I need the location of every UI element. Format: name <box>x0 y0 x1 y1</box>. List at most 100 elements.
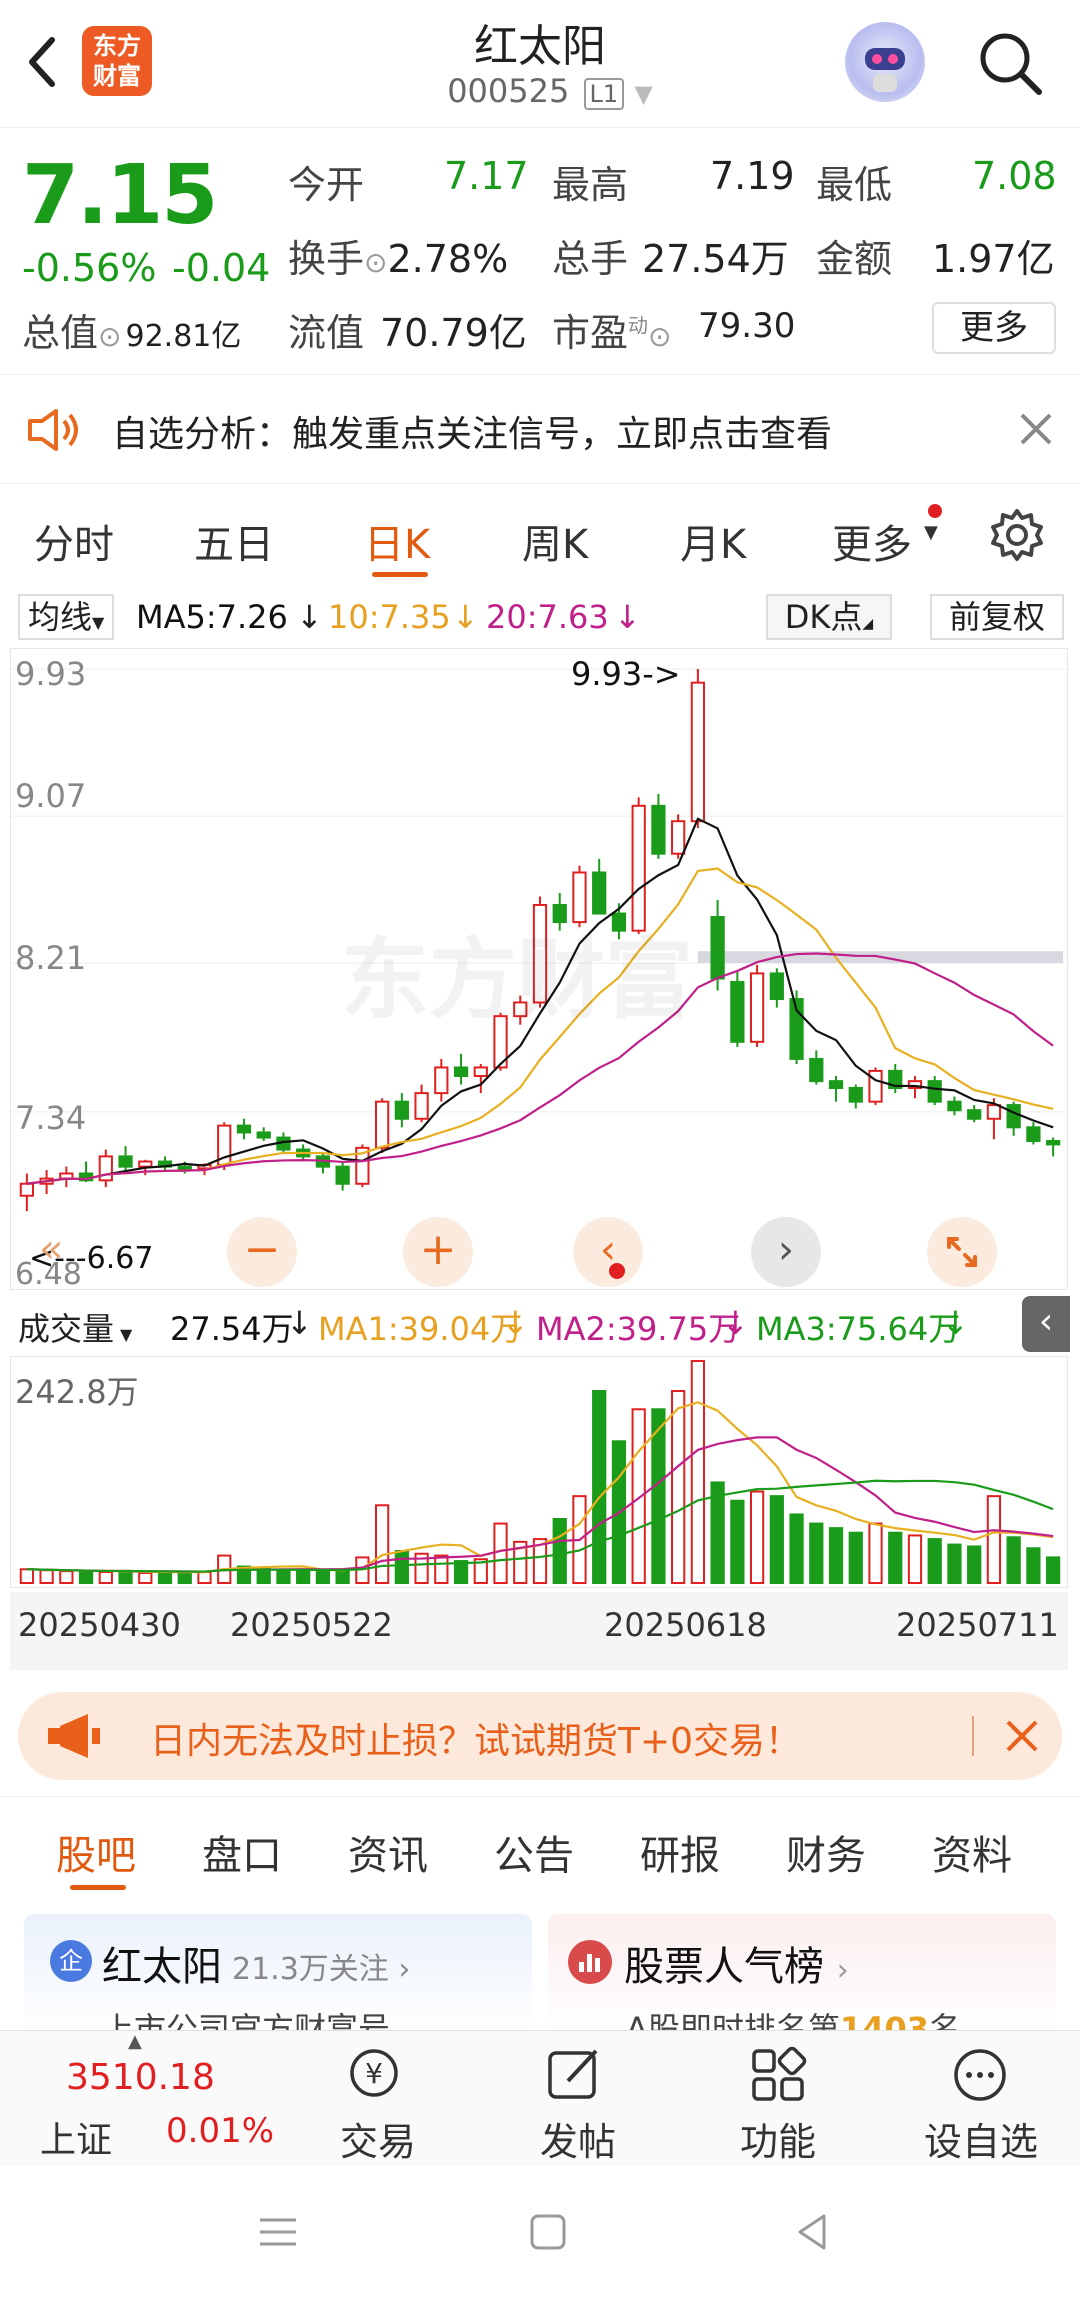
dk-point-button[interactable]: DK点◢ <box>766 594 892 640</box>
prev-button[interactable]: ‹ <box>573 1217 643 1287</box>
ma-selector-label: 均线 <box>28 598 93 636</box>
function-grid-icon[interactable] <box>746 2043 810 2107</box>
volume-selector[interactable]: 成交量 ▼ <box>18 1304 132 1350</box>
fullscreen-button[interactable] <box>927 1217 997 1287</box>
y-label-2: 9.07 <box>15 777 87 815</box>
arrow-down-icon: ↓ <box>502 1304 529 1342</box>
company-card[interactable]: 企 红太阳 21.3万关注 › 上市公司官方财富号 <box>24 1914 532 2034</box>
trade-icon[interactable]: ¥ <box>342 2043 406 2107</box>
kline-chart[interactable]: 东方财富 9.93 9.07 8.21 7.34 6.48 9.93-> <--… <box>10 648 1069 1292</box>
close-icon[interactable] <box>1002 1716 1042 1756</box>
back-icon[interactable] <box>22 32 62 92</box>
promo-banner[interactable]: 日内无法及时止损？试试期货T+0交易！ <box>18 1692 1062 1780</box>
arrow-down-icon: ↓ <box>942 1304 969 1342</box>
pe-sup: 动 <box>628 313 649 338</box>
tab-active-underline <box>70 1885 126 1890</box>
amount-value: 1.97亿 <box>932 237 1055 281</box>
chart-watermark: 东方财富 <box>341 928 694 1031</box>
info-icon[interactable]: ⊙ <box>98 320 121 353</box>
ma5-value: MA5:7.26 <box>136 598 288 636</box>
volume-bar: 成交量 ▼ 27.54万 ↓ MA1:39.04万 ↓ MA2:39.75万 ↓ … <box>0 1296 1080 1352</box>
index-value[interactable]: 3510.18 <box>66 2057 215 2098</box>
tab-profile[interactable]: 资料 <box>932 1823 1012 1881</box>
notice-bar[interactable]: 自选分析：触发重点关注信号，立即点击查看 <box>0 374 1080 484</box>
candle-body <box>1006 1104 1021 1129</box>
prev-notification-dot <box>609 1263 625 1279</box>
candle-body <box>927 1080 942 1103</box>
chart-tabs: 分时 五日 日K 周K 月K 更多 ▼ <box>0 484 1080 584</box>
volume-bar <box>690 1360 706 1584</box>
gear-icon[interactable] <box>988 506 1046 564</box>
tab-more[interactable]: 更多 <box>832 512 912 570</box>
vol-ma1: MA1:39.04万 <box>318 1310 523 1348</box>
tab-five-day[interactable]: 五日 <box>194 512 274 570</box>
info-icon[interactable]: ⊙ <box>364 246 387 279</box>
volume-svg[interactable] <box>11 1357 1069 1589</box>
tab-pankou[interactable]: 盘口 <box>202 1823 282 1881</box>
tab-weekly-k[interactable]: 周K <box>522 512 588 570</box>
logo-text-bottom: 财富 <box>93 62 141 90</box>
home-icon[interactable] <box>526 2210 570 2254</box>
promo-divider <box>972 1716 974 1756</box>
close-icon[interactable] <box>1016 409 1056 449</box>
candle-body <box>118 1155 133 1168</box>
popularity-card[interactable]: 股票人气榜 › A股即时排名第1403名 <box>548 1914 1056 2034</box>
pe-label: 市盈 <box>552 311 629 355</box>
dk-point-label: DK点 <box>784 598 863 636</box>
post-icon[interactable] <box>544 2043 608 2107</box>
tab-research[interactable]: 研报 <box>640 1823 720 1881</box>
tab-daily-k[interactable]: 日K <box>364 512 430 570</box>
promo-text: 日内无法及时止损？试试期货T+0交易！ <box>150 1721 802 1762</box>
stock-name: 红太阳 <box>474 21 606 72</box>
volume-bar <box>868 1522 883 1585</box>
back-nav-icon[interactable] <box>790 2210 834 2254</box>
search-icon[interactable] <box>975 28 1045 98</box>
info-icon[interactable]: ⊙ <box>648 320 671 353</box>
watchlist-icon[interactable] <box>948 2043 1012 2107</box>
volume-chart[interactable]: 242.8万 <box>10 1356 1068 1588</box>
tab-intraday[interactable]: 分时 <box>34 512 114 570</box>
more-button[interactable]: 更多 <box>932 302 1056 354</box>
volume-bar <box>315 1571 331 1584</box>
volume-bar <box>927 1538 942 1585</box>
candle-body <box>868 1069 883 1103</box>
candle-body <box>690 681 706 823</box>
enterprise-icon: 企 <box>50 1940 92 1982</box>
collapse-side-button[interactable]: ‹ <box>1022 1296 1070 1352</box>
trade-label: 交易 <box>340 2120 417 2164</box>
ma20-value: 20:7.63 <box>486 598 609 636</box>
candle-body <box>414 1092 429 1120</box>
chart-badge-icon <box>568 1940 612 1984</box>
zoom-out-button[interactable]: − <box>227 1217 297 1287</box>
volume-bar <box>276 1569 291 1584</box>
tab-finance[interactable]: 财务 <box>786 1823 866 1881</box>
next-button[interactable]: › <box>751 1217 821 1287</box>
megaphone-icon <box>44 1710 104 1762</box>
follower-count: 21.3万关注 › <box>232 1952 411 1987</box>
volume-bar <box>1006 1536 1021 1584</box>
level-badge: L1 <box>583 78 625 110</box>
scroll-left-icon[interactable]: « <box>39 1227 87 1275</box>
zoom-in-button[interactable]: + <box>403 1217 473 1287</box>
tab-news[interactable]: 资讯 <box>348 1823 428 1881</box>
volume-bar <box>907 1534 923 1584</box>
index-caret-icon: ▲ <box>128 2031 142 2052</box>
current-price: 7.15 <box>22 148 218 243</box>
volume-bar <box>749 1490 765 1585</box>
speaker-icon <box>26 407 82 453</box>
volume-bar <box>434 1554 449 1585</box>
volume-label: 总手 <box>552 237 629 281</box>
ma-selector[interactable]: 均线▼ <box>18 594 115 640</box>
low-value: 7.08 <box>972 154 1057 198</box>
caret-down-icon: ▼ <box>120 1325 133 1344</box>
stock-code-row[interactable]: 000525 L1 ▼ <box>400 72 700 110</box>
tab-guba[interactable]: 股吧 <box>56 1823 136 1881</box>
robot-assistant-icon[interactable] <box>845 22 925 102</box>
volume-bar <box>967 1545 982 1584</box>
arrow-down-icon: ↓ <box>296 598 323 636</box>
tab-monthly-k[interactable]: 月K <box>680 512 746 570</box>
menu-icon[interactable] <box>256 2210 300 2254</box>
adjustment-button[interactable]: 前复权 <box>930 594 1064 640</box>
tab-announcement[interactable]: 公告 <box>494 1823 574 1881</box>
candle-body <box>828 1080 844 1089</box>
